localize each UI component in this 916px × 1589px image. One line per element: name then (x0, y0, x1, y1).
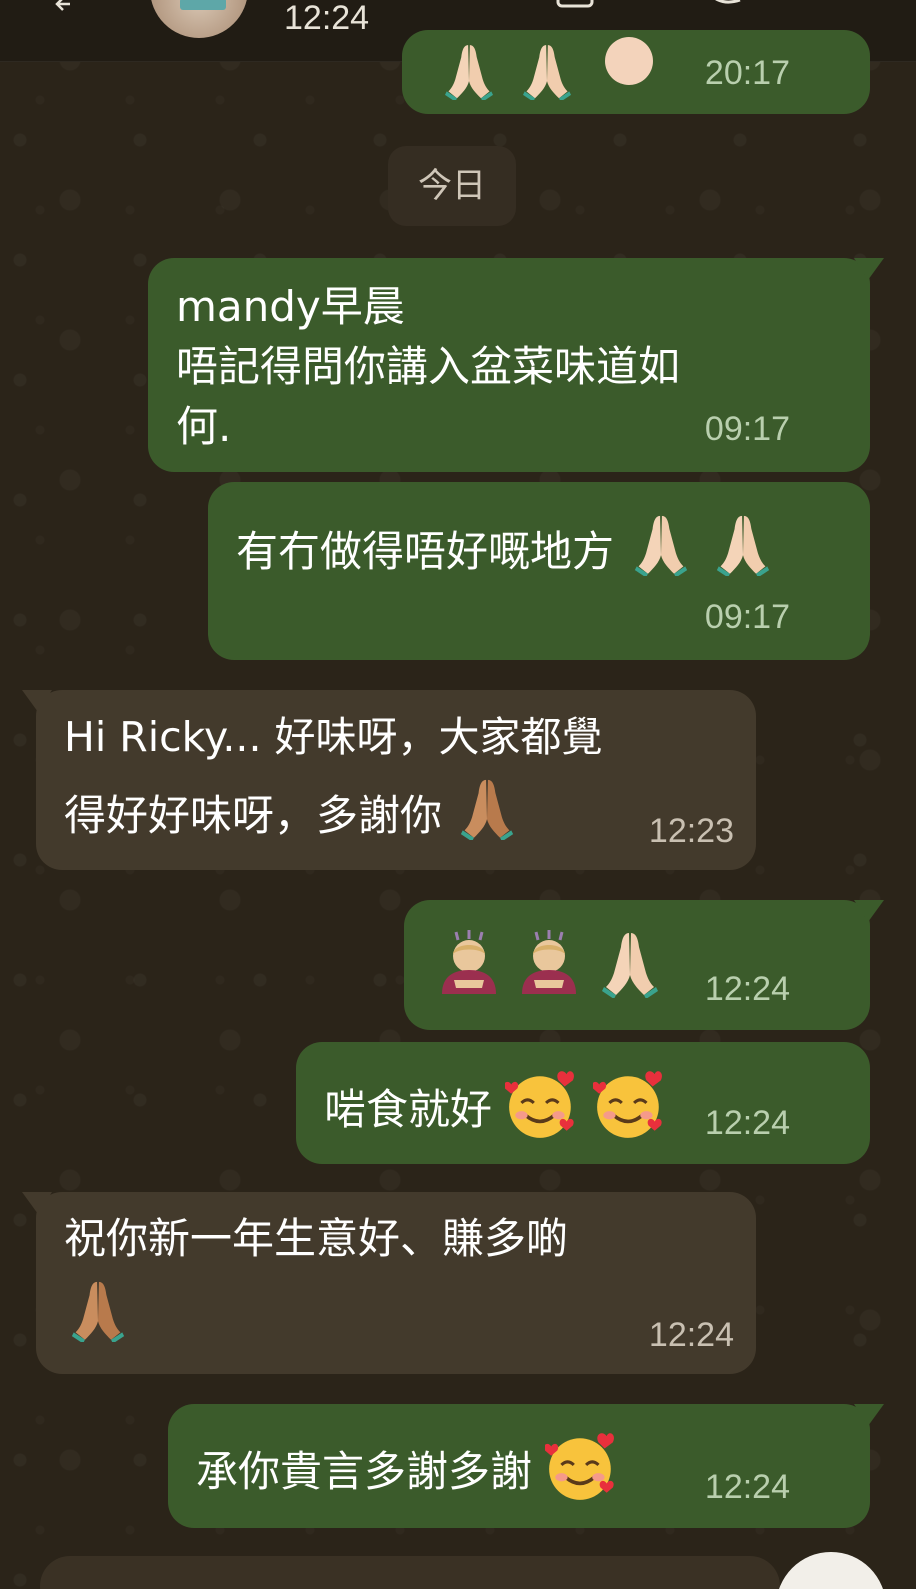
smiling-face-with-hearts-emoji (593, 1068, 667, 1142)
double-check-icon (800, 604, 844, 630)
message-text: 啱食就好 (324, 1068, 667, 1142)
folded-hands-emoji (633, 510, 689, 576)
message-bubble-outgoing[interactable]: 啱食就好 12:24 (296, 1042, 870, 1164)
double-check-icon (800, 60, 844, 86)
chat-screen: 12:24 20:17 今日 mandy早晨 唔記得問你講入盆菜味道如 何. 0… (0, 0, 916, 1589)
double-check-icon (800, 1110, 844, 1136)
message-bubble-incoming[interactable]: Hi Ricky... 好味呀，大家都覺 得好好味呀，多謝你 12:23 (22, 690, 756, 870)
message-time: 12:24 (648, 1316, 734, 1354)
contact-avatar[interactable] (150, 0, 248, 38)
message-bubble-outgoing[interactable]: 有冇做得唔好嘅地方 09:17 (208, 482, 870, 660)
message-meta: 12:24 (705, 1092, 844, 1154)
back-arrow-icon[interactable] (52, 0, 76, 16)
message-text-line: 唔記得問你講入盆菜味道如 (176, 342, 681, 391)
date-divider: 今日 (388, 146, 516, 226)
bubble-tail (22, 1192, 52, 1214)
folded-hands-emoji (70, 1276, 126, 1342)
message-bubble-outgoing[interactable]: 承你貴言多謝多謝 12:24 (168, 1404, 884, 1528)
message-text: 承你貴言多謝多謝 (196, 1430, 619, 1504)
message-time: 09:17 (704, 598, 790, 636)
menu-dots-icon[interactable] (838, 0, 852, 10)
bubble-tail (854, 258, 884, 280)
voice-call-icon[interactable] (700, 0, 748, 10)
message-time: 09:17 (704, 410, 790, 448)
message-meta: 12:24 (649, 1304, 734, 1366)
folded-hands-emoji (520, 40, 574, 100)
message-bubble-incoming[interactable]: 祝你新一年生意好、賺多啲 12:24 (22, 1192, 756, 1374)
smiling-face-with-hearts-emoji (505, 1068, 579, 1142)
message-bubble-outgoing[interactable]: mandy早晨 唔記得問你講入盆菜味道如 何. 09:17 (148, 258, 884, 472)
message-input-bar[interactable] (40, 1556, 780, 1589)
message-text: 有冇做得唔好嘅地方 (236, 510, 771, 583)
message-text-line: 何. (176, 402, 232, 451)
person-bowing-emoji (434, 926, 504, 1000)
header-last-seen-time: 12:24 (284, 0, 370, 37)
folded-hands-emoji (459, 774, 515, 840)
message-meta: 20:17 (705, 42, 844, 104)
message-meta: 12:24 (705, 1456, 844, 1518)
message-text-line: 祝你新一年生意好、賺多啲 (64, 1214, 569, 1263)
message-meta: 12:24 (705, 958, 844, 1020)
smiling-face-emoji (605, 37, 653, 85)
folded-hands-emoji (442, 40, 496, 100)
bubble-tail (854, 900, 884, 922)
smiling-face-with-hearts-emoji (545, 1430, 619, 1504)
bubble-tail (22, 690, 52, 712)
folded-hands-emoji (715, 510, 771, 576)
bubble-tail (854, 1404, 884, 1426)
video-call-icon[interactable] (556, 0, 606, 10)
message-time: 12:24 (704, 1468, 790, 1506)
message-bubble-outgoing[interactable]: 12:24 (404, 900, 884, 1030)
double-check-icon (800, 1474, 844, 1500)
person-bowing-emoji (514, 926, 584, 1000)
message-text-line: mandy早晨 (176, 282, 405, 331)
message-meta: 12:23 (649, 800, 734, 862)
folded-hands-emoji (600, 926, 660, 998)
message-meta: 09:17 (705, 398, 844, 460)
message-text-line: 得好好味呀，多謝你 (64, 774, 515, 847)
message-time: 12:24 (704, 1104, 790, 1142)
message-bubble-outgoing[interactable]: 20:17 (402, 30, 870, 114)
mic-button[interactable] (776, 1552, 886, 1589)
double-check-icon (800, 416, 844, 442)
message-time: 12:23 (648, 812, 734, 850)
message-text-line: Hi Ricky... 好味呀，大家都覺 (64, 713, 603, 761)
message-time: 12:24 (704, 970, 790, 1008)
double-check-icon (800, 976, 844, 1002)
message-time: 20:17 (704, 54, 790, 92)
message-meta: 09:17 (705, 586, 844, 648)
